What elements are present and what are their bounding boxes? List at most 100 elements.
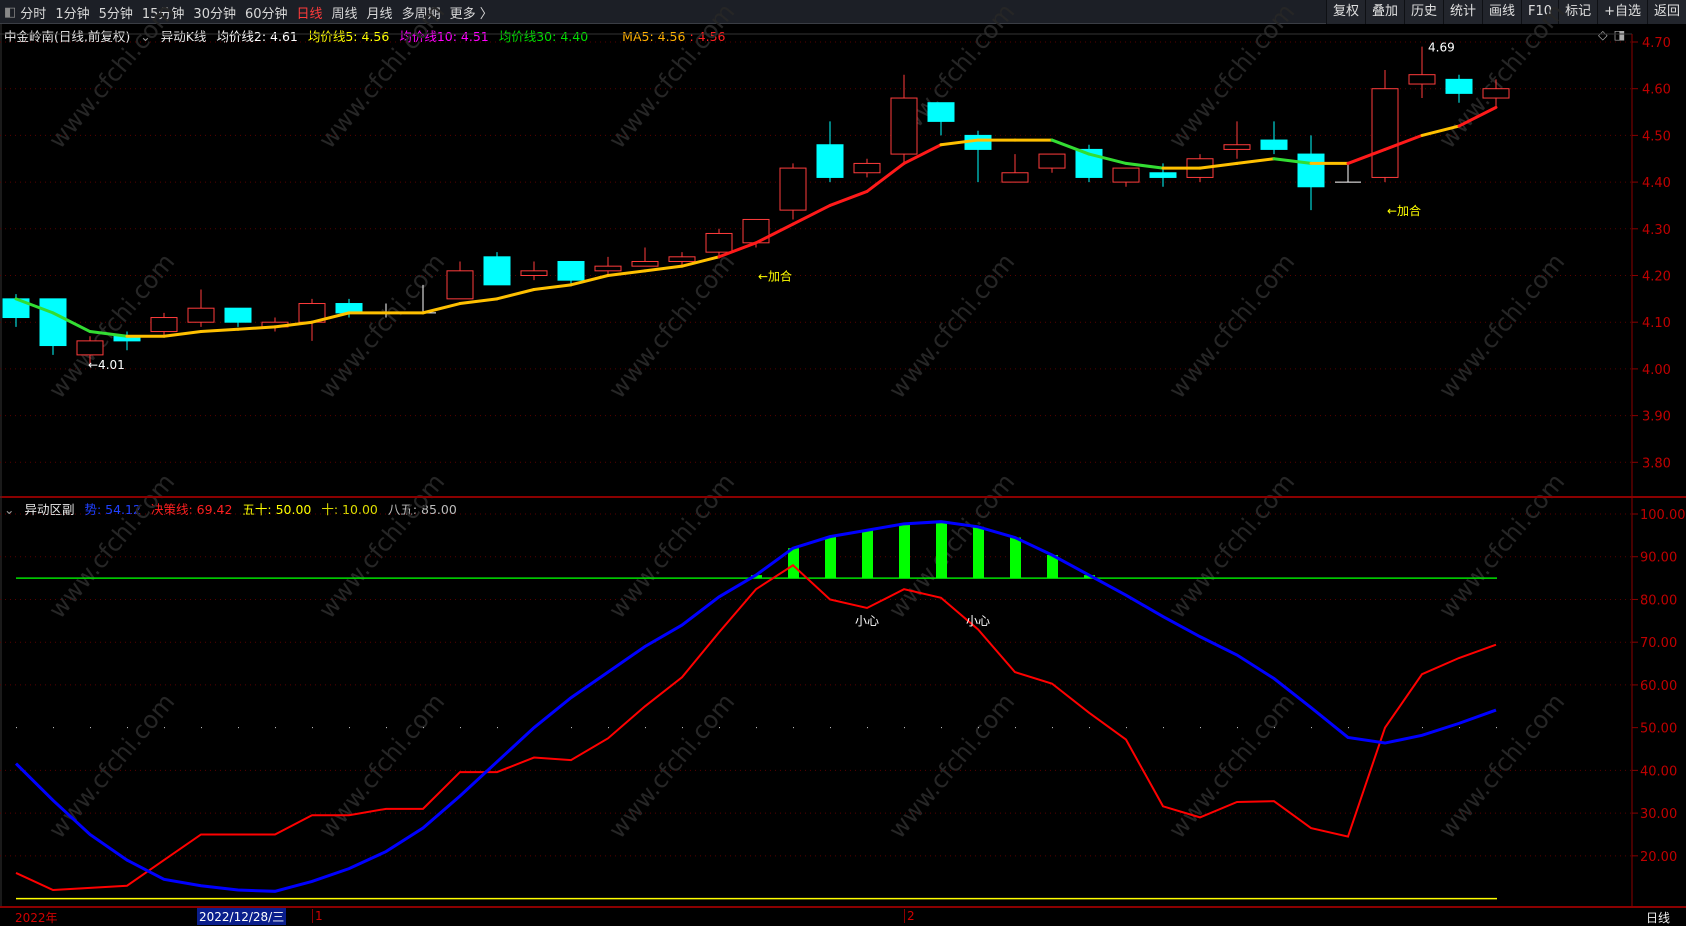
watermark: www.cfchi.com bbox=[43, 468, 180, 624]
price-axis-label: 4.70 bbox=[1642, 36, 1671, 51]
watermark: www.cfchi.com bbox=[603, 468, 740, 624]
osc-axis-label: 90.00 bbox=[1640, 551, 1677, 566]
period-label[interactable]: 日线 bbox=[1646, 909, 1670, 926]
signal-bar bbox=[825, 536, 836, 579]
candle-body bbox=[1445, 78, 1473, 94]
price-axis-label: 4.10 bbox=[1642, 316, 1671, 331]
month-label-1: 1 bbox=[312, 909, 323, 923]
candle-body bbox=[890, 97, 918, 155]
candle-body bbox=[668, 256, 696, 262]
candle-body bbox=[1112, 167, 1140, 183]
signal-label: ←加合 bbox=[758, 269, 792, 284]
watermark: www.cfchi.com bbox=[313, 468, 450, 624]
signal-bar bbox=[788, 548, 799, 579]
price-axis-label: 4.20 bbox=[1642, 270, 1671, 285]
ma-line-segment bbox=[1124, 161, 1165, 170]
cursor-date: 2022/12/28/三 bbox=[197, 908, 287, 925]
candle-body bbox=[150, 317, 178, 333]
candle-body bbox=[1297, 153, 1325, 188]
price-axis-label: 3.80 bbox=[1642, 456, 1671, 471]
date-axis: 2022年 2022/12/28/三 1 2 日线 bbox=[0, 906, 1686, 925]
price-axis-label: 4.50 bbox=[1642, 129, 1671, 144]
osc-axis-label: 100.00 bbox=[1640, 508, 1686, 523]
signal-bar bbox=[936, 521, 947, 579]
watermark: www.cfchi.com bbox=[1163, 0, 1300, 154]
ma-line-segment bbox=[1235, 157, 1276, 165]
candle-body bbox=[1371, 88, 1399, 178]
candle-body bbox=[1223, 144, 1251, 150]
watermark: www.cfchi.com bbox=[883, 248, 1020, 404]
watermark: www.cfchi.com bbox=[603, 248, 740, 404]
candle-body bbox=[631, 260, 659, 267]
candle-body bbox=[816, 144, 844, 178]
candle-body bbox=[594, 265, 622, 272]
watermark: www.cfchi.com bbox=[1433, 0, 1570, 154]
candle-body bbox=[520, 270, 548, 276]
candle-body bbox=[446, 270, 474, 300]
candle-body bbox=[705, 232, 733, 253]
watermark: www.cfchi.com bbox=[1433, 688, 1570, 844]
low-price-label: ←4.01 bbox=[88, 358, 125, 372]
month-label-2: 2 bbox=[904, 909, 915, 923]
candle-body bbox=[1149, 172, 1177, 178]
candle-body bbox=[853, 162, 881, 174]
candle-body bbox=[1408, 74, 1436, 85]
candle-body bbox=[483, 256, 511, 286]
chart-canvas[interactable]: www.cfchi.com www.cfchi.com www.cfchi.com w… bbox=[0, 0, 1686, 906]
ma-line-segment bbox=[643, 264, 684, 273]
price-axis-label: 4.40 bbox=[1642, 176, 1671, 191]
watermark: www.cfchi.com bbox=[1163, 248, 1300, 404]
watermark: www.cfchi.com bbox=[313, 248, 450, 404]
watermark: www.cfchi.com bbox=[1163, 468, 1300, 624]
ma-line-segment bbox=[199, 327, 240, 334]
ma-line-segment bbox=[162, 330, 203, 338]
ma-line-segment bbox=[828, 189, 869, 207]
watermark: www.cfchi.com bbox=[313, 0, 450, 154]
candle-body bbox=[779, 167, 807, 211]
candle-body bbox=[224, 307, 252, 323]
watermark: www.cfchi.com bbox=[1433, 248, 1570, 404]
osc-axis-label: 70.00 bbox=[1640, 636, 1677, 651]
candle-body bbox=[927, 102, 955, 122]
ma-line-segment bbox=[421, 302, 462, 315]
osc-axis-label: 20.00 bbox=[1640, 850, 1677, 865]
year-label: 2022年 bbox=[15, 911, 58, 925]
candle-body bbox=[1038, 153, 1066, 169]
ma-line-segment bbox=[495, 288, 536, 301]
signal-bar bbox=[899, 523, 910, 579]
watermark: www.cfchi.com bbox=[1163, 688, 1300, 844]
watermark: www.cfchi.com bbox=[603, 0, 740, 154]
signal-bar bbox=[973, 526, 984, 579]
price-axis-label: 3.90 bbox=[1642, 410, 1671, 425]
signal-bar bbox=[862, 530, 873, 579]
watermark: www.cfchi.com bbox=[1433, 468, 1570, 624]
osc-axis-label: 60.00 bbox=[1640, 679, 1677, 694]
candle-body bbox=[187, 307, 215, 323]
ma-line-segment bbox=[236, 325, 277, 331]
ma-line-segment bbox=[606, 269, 647, 277]
signal-bar bbox=[1010, 537, 1021, 579]
caution-label: 小心 bbox=[966, 614, 990, 628]
osc-axis-label: 50.00 bbox=[1640, 722, 1677, 737]
candle-body bbox=[1260, 139, 1288, 150]
price-axis-label: 4.60 bbox=[1642, 83, 1671, 98]
ma-line-segment bbox=[532, 283, 573, 292]
candle-body bbox=[557, 260, 585, 281]
osc-axis-label: 40.00 bbox=[1640, 764, 1677, 779]
watermark: www.cfchi.com bbox=[883, 688, 1020, 844]
candle-body bbox=[39, 298, 67, 347]
price-axis-label: 4.00 bbox=[1642, 363, 1671, 378]
watermark: www.cfchi.com bbox=[43, 688, 180, 844]
ma-line-segment bbox=[1050, 138, 1091, 156]
watermark: www.cfchi.com bbox=[43, 0, 180, 154]
candle-body bbox=[76, 340, 104, 356]
candle-body bbox=[1482, 88, 1510, 99]
price-axis-label: 4.30 bbox=[1642, 223, 1671, 238]
osc-axis-label: 30.00 bbox=[1640, 807, 1677, 822]
signal-label: ←加合 bbox=[1387, 203, 1421, 218]
candle-body bbox=[1001, 172, 1029, 183]
osc-axis-label: 80.00 bbox=[1640, 593, 1677, 608]
watermark: www.cfchi.com bbox=[603, 688, 740, 844]
high-price-label: 4.69 bbox=[1428, 41, 1455, 55]
ma-line-segment bbox=[458, 297, 499, 306]
